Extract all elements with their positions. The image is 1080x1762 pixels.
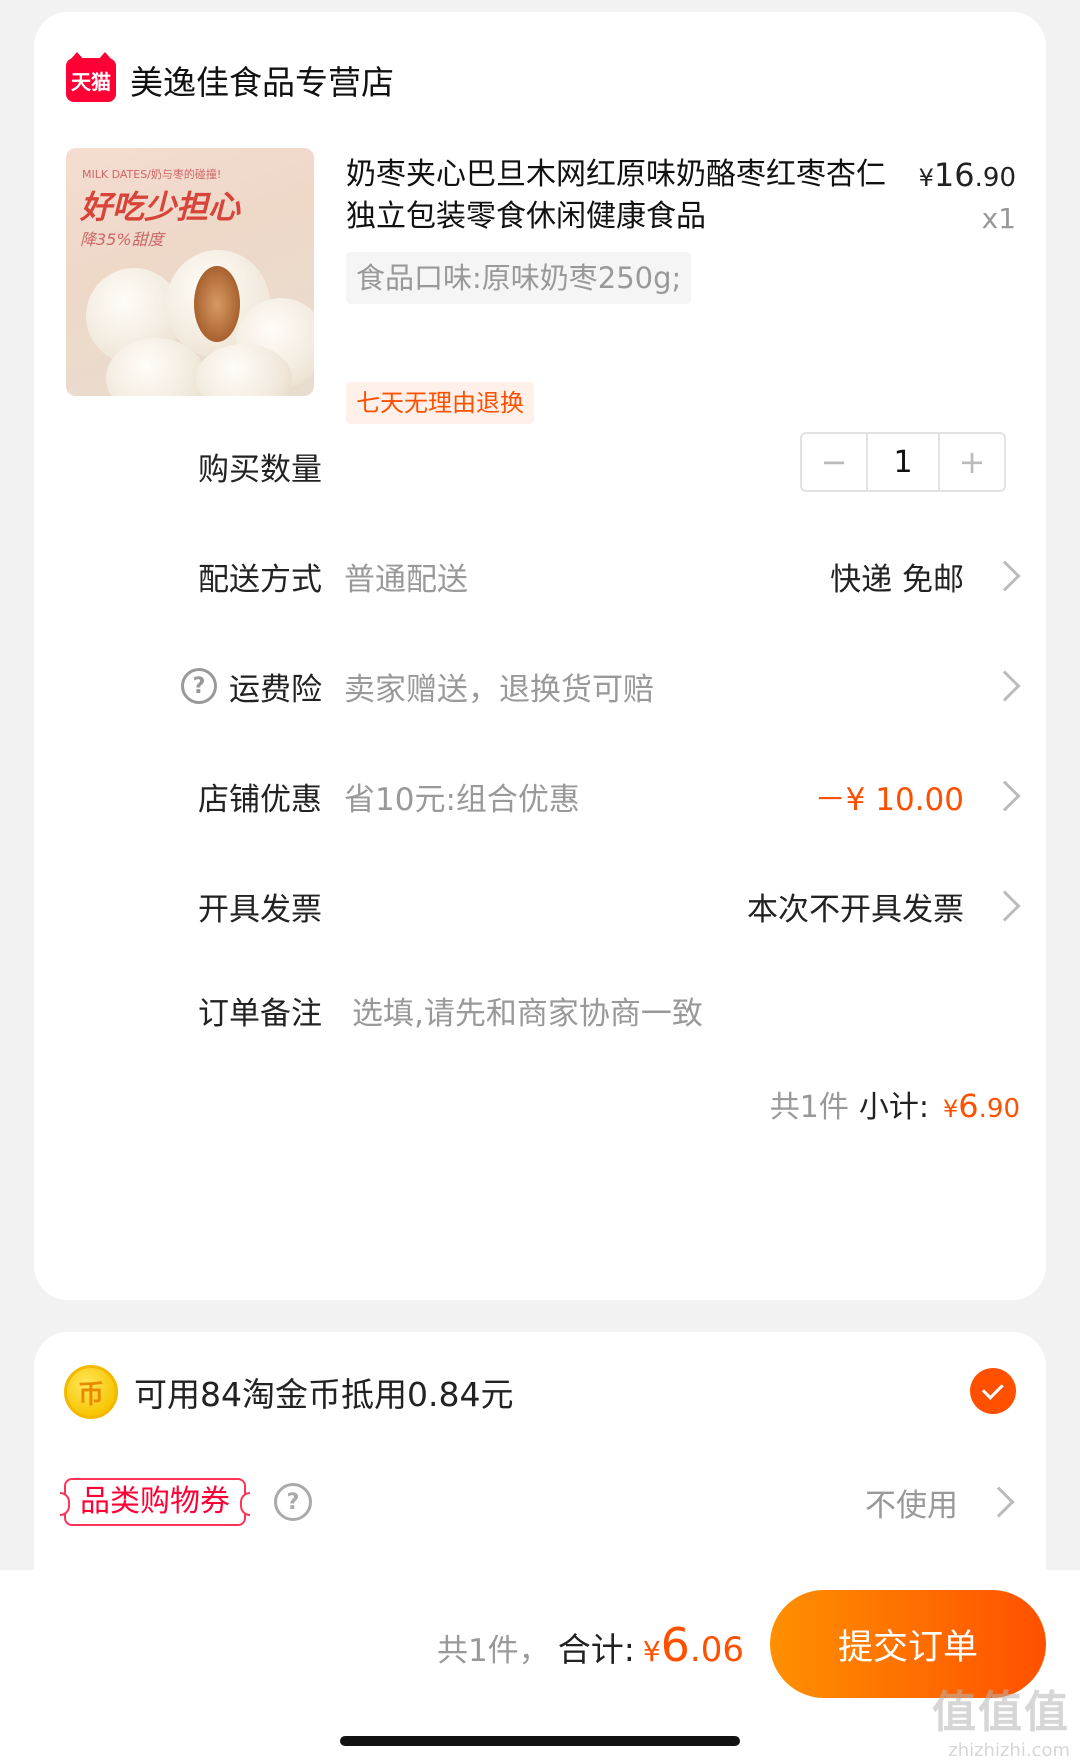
tmall-logo-icon: 天猫 — [66, 52, 116, 102]
product-title[interactable]: 奶枣夹心巴旦木网红原味奶酪枣红枣杏仁独立包装零食休闲健康食品 — [346, 154, 886, 238]
help-icon[interactable]: ? — [274, 1483, 312, 1521]
increase-button[interactable]: + — [940, 434, 1004, 490]
coin-icon: 币 — [64, 1365, 118, 1419]
image-sub-text: MILK DATES/奶与枣的碰撞! — [82, 168, 222, 181]
quantity-value[interactable]: 1 — [866, 434, 940, 490]
chevron-right-icon — [989, 890, 1021, 922]
insurance-label: 运费险 — [229, 671, 322, 708]
order-note-row: 订单备注 选填,请先和商家协商一致 — [34, 980, 1046, 1040]
price-cents: .90 — [974, 163, 1016, 193]
help-icon[interactable]: ? — [181, 668, 217, 704]
quantity-row: 购买数量 − 1 + — [34, 432, 1046, 496]
quantity-label: 购买数量 — [198, 451, 322, 488]
order-note-input[interactable]: 选填,请先和商家协商一致 — [352, 988, 703, 1033]
total-label: 合计: — [557, 1630, 635, 1669]
product-spec[interactable]: 食品口味:原味奶枣250g; — [346, 252, 692, 304]
invoice-value: 本次不开具发票 — [747, 891, 964, 928]
delivery-row[interactable]: 配送方式 普通配送 快递 免邮 — [34, 546, 1046, 606]
checkmark-icon[interactable] — [970, 1368, 1016, 1414]
order-total: 共1件， 合计: ¥6.06 — [437, 1618, 744, 1672]
store-discount-row[interactable]: 店铺优惠 省10元:组合优惠 －¥ 10.00 — [34, 766, 1046, 826]
product-price: ¥16.90 — [919, 156, 1016, 194]
category-coupon-tag: 品类购物券 — [60, 1478, 250, 1526]
category-coupon-row[interactable]: 品类购物券 ? 不使用 — [60, 1472, 1016, 1532]
image-note-text: 降35%甜度 — [80, 230, 164, 249]
tmall-logo-text: 天猫 — [71, 69, 111, 94]
coin-text: 可用84淘金币抵用0.84元 — [134, 1375, 514, 1414]
order-card: 天猫 美逸佳食品专营店 MILK DATES/奶与枣的碰撞! 好吃少担心 降35… — [34, 12, 1046, 1300]
product-image[interactable]: MILK DATES/奶与枣的碰撞! 好吃少担心 降35%甜度 — [66, 148, 314, 396]
shop-header[interactable]: 天猫 美逸佳食品专营店 — [66, 50, 394, 110]
subtotal-yen: ¥ — [943, 1095, 959, 1123]
invoice-row[interactable]: 开具发票 本次不开具发票 — [34, 876, 1046, 936]
coupon-value: 不使用 — [865, 1487, 958, 1524]
delivery-sub: 普通配送 — [344, 561, 468, 598]
return-policy-tag: 七天无理由退换 — [346, 382, 534, 424]
delivery-label: 配送方式 — [198, 561, 322, 598]
note-label: 订单备注 — [198, 995, 322, 1032]
decrease-button[interactable]: − — [802, 434, 866, 490]
watermark-main: 值值值 — [932, 1687, 1070, 1738]
subtotal-cents: .90 — [978, 1094, 1020, 1124]
invoice-label: 开具发票 — [198, 891, 322, 928]
insurance-label-group: ? 运费险 — [181, 664, 322, 709]
chevron-right-icon — [989, 560, 1021, 592]
product-quantity: x1 — [981, 202, 1016, 235]
total-cents: .06 — [689, 1630, 744, 1670]
chevron-right-icon — [983, 1486, 1015, 1518]
total-int: 6 — [660, 1618, 690, 1672]
image-main-text: 好吃少担心 — [80, 188, 241, 226]
price-yen: ¥ — [918, 164, 934, 192]
discount-label: 店铺优惠 — [198, 781, 322, 818]
subtotal-int: 6 — [958, 1087, 979, 1125]
almond-filling — [194, 266, 240, 342]
taojinbi-row[interactable]: 币 可用84淘金币抵用0.84元 — [64, 1362, 513, 1422]
price-int: 16 — [933, 156, 975, 194]
watermark: 值值值 zhizhizhi.com — [932, 1676, 1070, 1761]
checkout-bar: 共1件， 合计: ¥6.06 提交订单 值值值 zhizhizhi.com — [0, 1570, 1080, 1762]
total-yen: ¥ — [642, 1635, 661, 1668]
shipping-insurance-row[interactable]: ? 运费险 卖家赠送，退换货可赔 — [34, 656, 1046, 716]
discount-value: －¥ 10.00 — [814, 781, 964, 818]
delivery-value: 快递 免邮 — [830, 561, 964, 598]
home-indicator[interactable] — [340, 1736, 740, 1746]
subtotal-count: 共1件 — [769, 1090, 849, 1125]
subtotal-amount: ¥6.90 — [943, 1087, 1020, 1125]
subtotal-label: 小计: — [858, 1090, 929, 1125]
shop-name[interactable]: 美逸佳食品专营店 — [130, 56, 394, 104]
chevron-right-icon — [989, 780, 1021, 812]
subtotal: 共1件 小计: ¥6.90 — [770, 1082, 1020, 1126]
insurance-sub: 卖家赠送，退换货可赔 — [344, 671, 654, 708]
watermark-sub: zhizhizhi.com — [948, 1740, 1070, 1761]
discount-sub: 省10元:组合优惠 — [344, 781, 580, 818]
chevron-right-icon — [989, 670, 1021, 702]
quantity-stepper: − 1 + — [800, 432, 1006, 492]
total-count: 共1件， — [436, 1633, 550, 1669]
total-amount: ¥6.06 — [643, 1618, 744, 1672]
